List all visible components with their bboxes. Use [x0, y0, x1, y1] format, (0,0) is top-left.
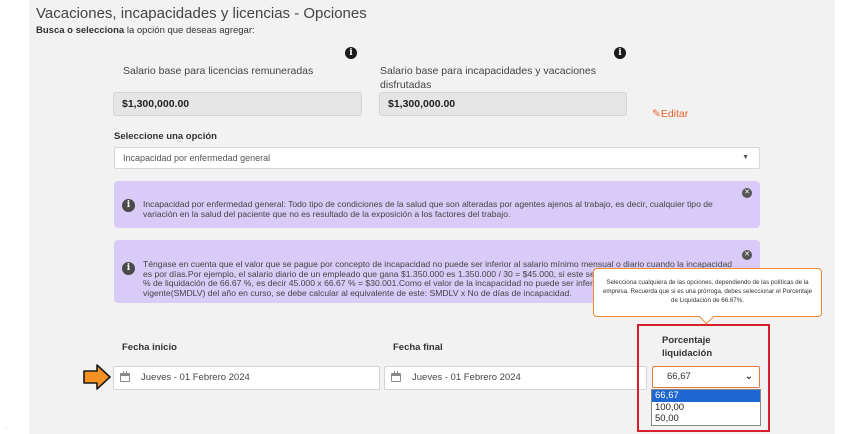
percentage-option[interactable]: 50,00	[652, 413, 760, 425]
info-icon-licencias[interactable]: i	[345, 47, 357, 59]
chevron-down-icon: ⌄	[744, 371, 753, 382]
licencias-salary-field: $1,300,000.00	[113, 92, 362, 116]
percentage-option[interactable]: 66,67	[652, 390, 760, 402]
alert-text: Incapacidad por enfermedad general: Todo…	[143, 199, 713, 219]
info-icon: i	[122, 262, 135, 275]
percentage-option[interactable]: 100,00	[652, 402, 760, 414]
close-icon[interactable]: ✕	[742, 188, 752, 198]
info-alert-definition: i Incapacidad por enfermedad general: To…	[114, 181, 760, 228]
page-title: Vacaciones, incapacidades y licencias - …	[36, 5, 367, 22]
percentage-label: Porcentaje liquidación	[662, 335, 713, 359]
percentage-select[interactable]: 66,67 ⌄	[652, 366, 760, 388]
end-date-input[interactable]: Jueves - 01 Febrero 2024	[384, 366, 647, 390]
edit-salary-link[interactable]: ✎Editar	[652, 108, 688, 120]
start-date-value: Jueves - 01 Febrero 2024	[141, 372, 250, 383]
option-select-label: Seleccione una opción	[114, 131, 217, 142]
end-date-value: Jueves - 01 Febrero 2024	[412, 372, 521, 383]
percentage-tooltip: Selecciona cualquiera de las opciones, d…	[593, 268, 822, 317]
start-date-label: Fecha inicio	[122, 342, 177, 353]
start-date-input[interactable]: Jueves - 01 Febrero 2024	[113, 366, 380, 390]
option-select-value: Incapacidad por enfermedad general	[123, 153, 271, 163]
vacaciones-salary-label: Salario base para incapacidades y vacaci…	[380, 65, 596, 91]
end-date-label: Fecha final	[393, 342, 443, 353]
corner-mark: ·	[6, 426, 8, 432]
info-icon-vacaciones[interactable]: i	[614, 47, 626, 59]
licencias-salary-label: Salario base para licencias remuneradas	[123, 65, 314, 77]
subtitle-bold: Busca o selecciona	[36, 25, 125, 36]
subtitle-rest: la opción que deseas agregar:	[124, 25, 255, 36]
page-subtitle: Busca o selecciona la opción que deseas …	[36, 25, 255, 36]
close-icon[interactable]: ✕	[742, 250, 752, 260]
caret-down-icon: ▼	[742, 154, 749, 161]
percentage-dropdown: 66,67 100,00 50,00	[651, 389, 761, 426]
pencil-icon: ✎	[652, 108, 661, 120]
info-icon: i	[122, 199, 135, 212]
percentage-selected-value: 66,67	[667, 371, 691, 382]
arrow-right-icon	[83, 364, 111, 390]
vacaciones-salary-field: $1,300,000.00	[379, 92, 627, 116]
option-select[interactable]: Incapacidad por enfermedad general ▼	[114, 147, 760, 169]
edit-label: Editar	[660, 108, 689, 120]
calendar-icon	[391, 371, 401, 382]
calendar-icon	[120, 371, 130, 382]
